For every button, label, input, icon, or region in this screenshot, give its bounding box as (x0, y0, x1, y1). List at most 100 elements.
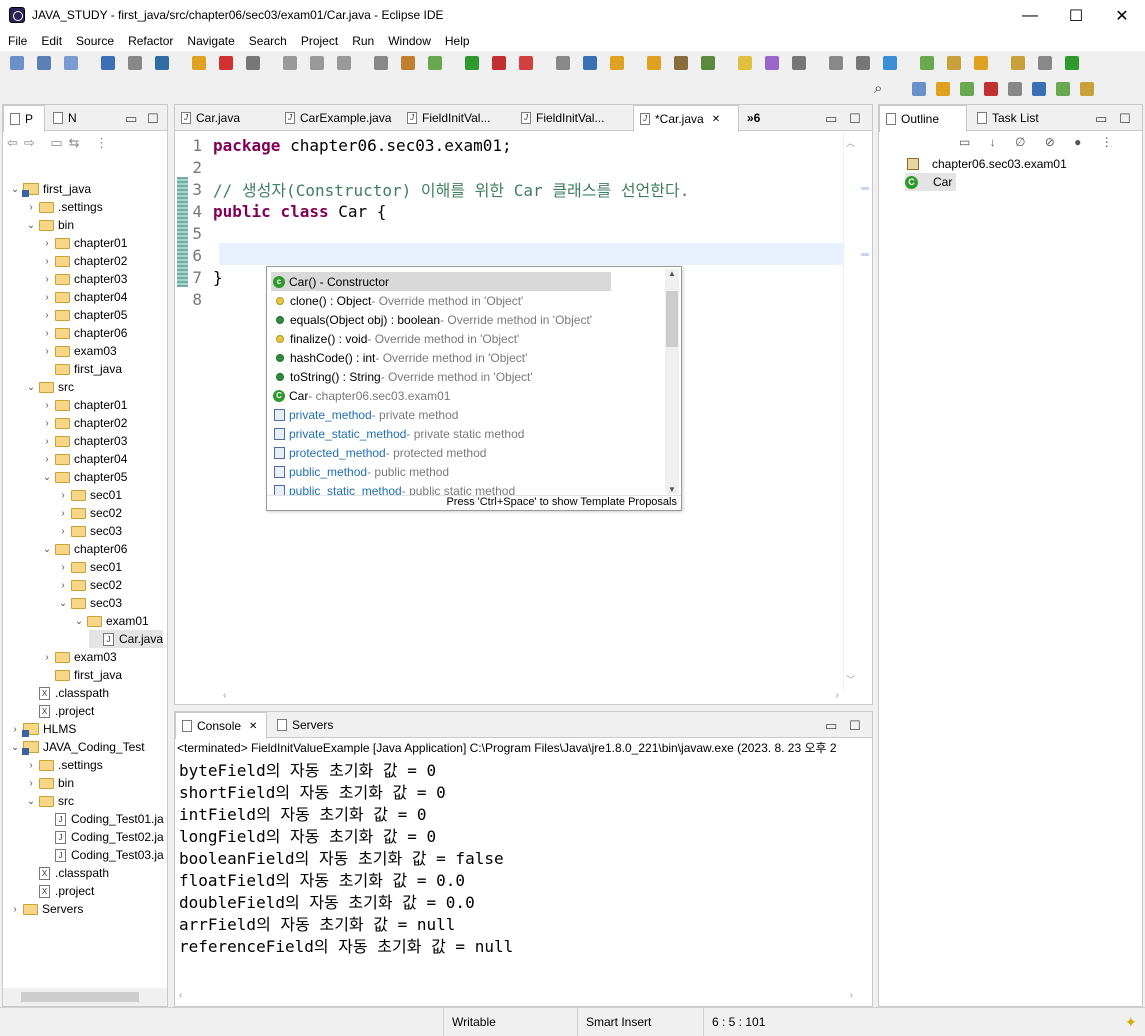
expanded-arrow-icon[interactable]: ⌄ (57, 598, 69, 609)
back-icon[interactable] (974, 56, 988, 70)
expanded-arrow-icon[interactable]: ⌄ (25, 382, 37, 393)
tree-item[interactable]: X .project (25, 702, 94, 720)
console-hscrollbar[interactable]: ‹ › (175, 989, 857, 1006)
tab-console[interactable]: Console ✕ (175, 712, 267, 739)
tree-item[interactable]: › chapter04 (41, 288, 127, 306)
tree-item[interactable]: › chapter01 (41, 234, 127, 252)
new-java-project-icon[interactable] (556, 56, 570, 70)
tree-item[interactable]: first_java (41, 666, 122, 684)
tree-item[interactable]: › chapter06 (41, 324, 127, 342)
tree-item[interactable]: ⌄ chapter05 (41, 468, 128, 486)
collapsed-arrow-icon[interactable]: › (41, 256, 53, 267)
tree-item[interactable]: › chapter01 (41, 396, 127, 414)
collapsed-arrow-icon[interactable]: › (25, 760, 37, 771)
lightbulb-icon[interactable]: ✦ (1125, 1014, 1137, 1031)
tree-item[interactable]: › bin (25, 774, 74, 792)
tree-item[interactable]: ⌄ sec03 (57, 594, 122, 612)
expanded-arrow-icon[interactable]: ⌄ (9, 742, 21, 753)
expanded-arrow-icon[interactable]: ⌄ (9, 184, 21, 195)
explorer-hscrollbar[interactable] (3, 988, 167, 1006)
expanded-arrow-icon[interactable]: ⌄ (41, 472, 53, 483)
close-tab-icon[interactable]: ✕ (249, 721, 257, 732)
save-icon[interactable] (37, 56, 51, 70)
collapsed-arrow-icon[interactable]: › (41, 328, 53, 339)
collapsed-arrow-icon[interactable]: › (41, 418, 53, 429)
git-perspective-icon[interactable] (984, 82, 998, 96)
pilcrow-icon[interactable] (829, 56, 843, 70)
tab-navigator[interactable]: N (47, 105, 87, 131)
maximize-console-icon[interactable]: ☐ (849, 718, 861, 734)
editor-vscrollbar[interactable]: ︿ ﹀ (843, 132, 857, 690)
tab-task-list[interactable]: Task List (971, 105, 1051, 131)
step-into-icon[interactable] (283, 56, 297, 70)
editor-tab[interactable]: J CarExample.java (279, 105, 397, 131)
prev-annotation-icon[interactable] (947, 56, 961, 70)
menu-navigate[interactable]: Navigate (187, 34, 234, 48)
tree-item[interactable]: › chapter03 (41, 270, 127, 288)
tree-item[interactable]: › sec03 (57, 522, 122, 540)
collapsed-arrow-icon[interactable]: › (41, 292, 53, 303)
tree-item[interactable]: › HLMS (9, 720, 76, 738)
expanded-arrow-icon[interactable]: ⌄ (25, 220, 37, 231)
pause-icon[interactable] (192, 56, 206, 70)
collapsed-arrow-icon[interactable]: › (41, 238, 53, 249)
open-perspective-2-icon[interactable] (1032, 82, 1046, 96)
tab-package-explorer[interactable]: P (3, 105, 45, 132)
collapsed-arrow-icon[interactable]: › (41, 436, 53, 447)
collapsed-arrow-icon[interactable]: › (41, 346, 53, 357)
chart-view-icon[interactable] (1080, 82, 1094, 96)
use-step-filters-icon[interactable] (374, 56, 388, 70)
tree-item[interactable]: › sec02 (57, 504, 122, 522)
maximize-view-icon[interactable]: ☐ (147, 111, 159, 127)
collapsed-arrow-icon[interactable]: › (57, 526, 69, 537)
tree-item[interactable]: › exam03 (41, 342, 116, 360)
proposal-item[interactable]: finalize() : void - Override method in '… (271, 329, 519, 348)
open-perspective-icon[interactable] (101, 56, 115, 70)
run-icon[interactable] (465, 56, 479, 70)
pin-icon[interactable] (1038, 56, 1052, 70)
expanded-arrow-icon[interactable]: ⌄ (25, 796, 37, 807)
collapsed-arrow-icon[interactable]: › (57, 562, 69, 573)
step-over-icon[interactable] (310, 56, 324, 70)
minimize-outline-icon[interactable]: ▭ (1095, 111, 1107, 127)
java-ee-perspective-icon[interactable] (936, 82, 950, 96)
menu-refactor[interactable]: Refactor (128, 34, 173, 48)
search-icon[interactable] (701, 56, 715, 70)
tree-item[interactable]: first_java (41, 360, 122, 378)
tree-item[interactable]: J Coding_Test02.ja (41, 828, 164, 846)
outline-package[interactable]: chapter06.sec03.exam01 (907, 155, 1067, 173)
tree-item[interactable]: ⌄ chapter06 (41, 540, 128, 558)
open-console-icon[interactable] (1065, 56, 1079, 70)
minimize-console-icon[interactable]: ▭ (825, 718, 837, 734)
tree-item[interactable]: › chapter03 (41, 432, 127, 450)
tree-item[interactable]: › chapter05 (41, 306, 127, 324)
save-all-icon[interactable] (64, 56, 78, 70)
step-return-icon[interactable] (337, 56, 351, 70)
debug-perspective-icon[interactable] (960, 82, 974, 96)
menu-help[interactable]: Help (445, 34, 470, 48)
collapsed-arrow-icon[interactable]: › (41, 310, 53, 321)
expanded-arrow-icon[interactable]: ⌄ (41, 544, 53, 555)
close-button[interactable]: ✕ (1099, 0, 1145, 31)
tree-item[interactable]: › Servers (9, 900, 83, 918)
expanded-arrow-icon[interactable]: ⌄ (73, 616, 85, 627)
collapsed-arrow-icon[interactable]: › (41, 274, 53, 285)
toggle-mark-icon[interactable] (738, 56, 752, 70)
search-icon[interactable]: ⌕ (874, 80, 882, 97)
menu-project[interactable]: Project (301, 34, 338, 48)
tab-outline[interactable]: Outline (879, 105, 967, 132)
tree-item[interactable]: › chapter04 (41, 450, 127, 468)
proposal-item[interactable]: private_static_method - private static m… (271, 424, 524, 443)
minimize-button[interactable]: — (1007, 0, 1053, 31)
external-tools-icon[interactable] (519, 56, 533, 70)
open-task-icon[interactable] (674, 56, 688, 70)
collapsed-arrow-icon[interactable]: › (25, 202, 37, 213)
globe-icon[interactable] (856, 56, 870, 70)
proposal-item[interactable]: public_static_method - public static met… (271, 481, 515, 495)
show-whitespace-icon[interactable] (792, 56, 806, 70)
tree-item[interactable]: › chapter02 (41, 414, 127, 432)
collapsed-arrow-icon[interactable]: › (9, 724, 21, 735)
minimize-editor-icon[interactable]: ▭ (825, 111, 837, 127)
tree-item[interactable]: X .classpath (25, 864, 109, 882)
proposal-item[interactable]: equals(Object obj) : boolean - Override … (271, 310, 592, 329)
